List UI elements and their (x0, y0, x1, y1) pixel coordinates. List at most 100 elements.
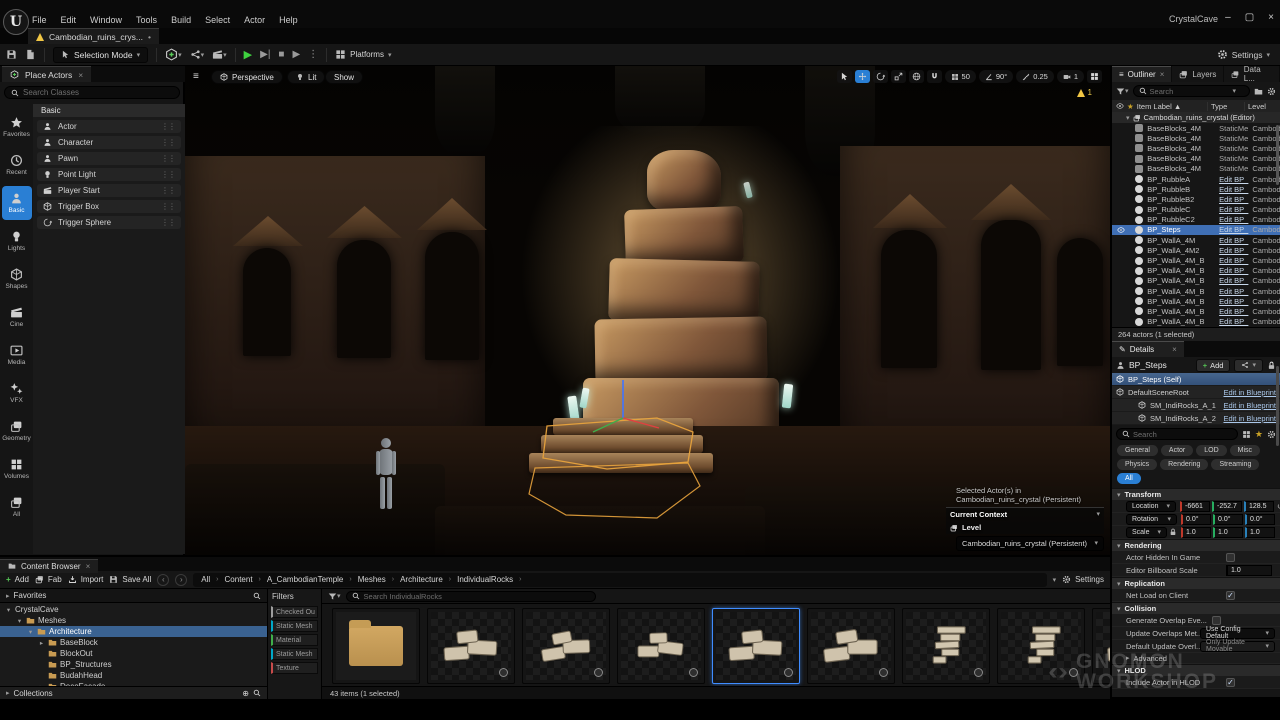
category-item[interactable]: VFX (2, 376, 32, 410)
category-item[interactable]: All (2, 490, 32, 524)
generate-overlap-checkbox[interactable] (1212, 616, 1221, 625)
asset-tile[interactable] (712, 608, 800, 684)
rotation-x[interactable]: 0.0° (1181, 514, 1211, 525)
edit-type-link[interactable]: Edit BP_ (1219, 287, 1252, 296)
filter-tag[interactable]: Checked Ou (271, 606, 318, 618)
show-dropdown[interactable]: Show (325, 70, 363, 84)
tab-details[interactable]: ✎Details × (1112, 341, 1184, 357)
edit-type-link[interactable]: Edit BP_ (1219, 195, 1252, 204)
location-dropdown[interactable]: Location▾ (1126, 501, 1176, 512)
viewport-warning-badge[interactable]: 1 (1077, 88, 1092, 97)
outliner-row[interactable]: BaseBlocks_4M StaticMe Cambodi (1112, 143, 1280, 153)
category-item[interactable]: Volumes (2, 452, 32, 486)
category-item[interactable]: Cine (2, 300, 32, 334)
category-item[interactable]: Shapes (2, 262, 32, 296)
collections-header[interactable]: ▸Collections ⊕ (0, 686, 267, 699)
asset-tile[interactable] (1092, 608, 1110, 684)
outliner-row[interactable]: BP_RubbleB2 Edit BP_ Cambodi (1112, 194, 1280, 204)
unreal-logo[interactable]: U (3, 9, 29, 35)
location-x[interactable]: -6661 (1180, 501, 1210, 512)
advanced-expander[interactable]: ▸ Advanced (1112, 653, 1280, 664)
back-button[interactable]: ‹ (157, 574, 169, 586)
outliner-filter-icon[interactable]: ▾ (1116, 87, 1129, 96)
edit-in-blueprint-link[interactable]: Edit in Blueprint (1223, 401, 1276, 410)
edit-type-link[interactable]: Edit BP_ (1219, 276, 1252, 285)
level-dropdown[interactable]: Cambodian_ruins_crystal (Persistent)▾ (956, 536, 1104, 551)
folder-tree-row[interactable]: 3 BP_Structures (0, 659, 267, 670)
outliner-settings-icon[interactable] (1267, 87, 1276, 96)
surface-snap-icon[interactable] (927, 70, 942, 83)
level-column[interactable]: Level (1244, 102, 1276, 111)
default-update-dropdown[interactable]: Only Update Movable▾ (1200, 641, 1275, 652)
edit-type-link[interactable]: StaticMe (1219, 154, 1252, 163)
category-item[interactable]: Geometry (2, 414, 32, 448)
outliner-row[interactable]: BP_WallA_4M_B Edit BP_ Cambodi (1112, 255, 1280, 265)
edit-type-link[interactable]: Edit BP_ (1219, 185, 1252, 194)
lock-icon[interactable] (1267, 361, 1276, 370)
outliner-root-row[interactable]: ▾ Cambodian_ruins_crystal (Editor) (1112, 112, 1280, 123)
asset-tile[interactable] (617, 608, 705, 684)
edit-type-link[interactable]: Edit BP_ (1219, 225, 1252, 234)
blueprint-edit-dropdown[interactable]: ▾ (1234, 359, 1263, 372)
rendering-section-header[interactable]: ▾Rendering (1112, 539, 1280, 551)
edit-type-link[interactable]: Edit BP_ (1219, 266, 1252, 275)
menu-item[interactable]: Window (90, 15, 122, 25)
display-options-icon[interactable] (1242, 430, 1251, 439)
placeable-actor-row[interactable]: Actor ⋮⋮ (37, 120, 181, 133)
component-row[interactable]: SM_IndiRocks_A_1 Edit in Blueprint (1112, 399, 1280, 412)
location-z[interactable]: 128.5 (1244, 501, 1274, 512)
menu-item[interactable]: Edit (61, 15, 77, 25)
edit-in-blueprint-link[interactable]: Edit in Blueprint (1223, 388, 1276, 397)
folder-tree-row[interactable]: 3 BudahHead (0, 670, 267, 681)
folder-tree-row[interactable]: 3 ▸ BaseBlock (0, 637, 267, 648)
placeable-actor-row[interactable]: Trigger Box ⋮⋮ (37, 200, 181, 213)
edit-type-link[interactable]: Edit BP_ (1219, 307, 1252, 316)
scale-y[interactable]: 1.0 (1213, 527, 1243, 538)
component-row[interactable]: SM_IndiRocks_A_2 Edit in Blueprint (1112, 412, 1280, 425)
hlod-section-header[interactable]: ▾HLOD (1112, 664, 1280, 676)
tab-close-icon[interactable]: × (78, 70, 83, 80)
collections-search-icon[interactable] (253, 689, 261, 697)
visibility-column-icon[interactable] (1116, 102, 1124, 110)
tab-outliner[interactable]: ≡Outliner× (1112, 66, 1171, 82)
filter-tag[interactable]: Static Mesh (271, 620, 318, 632)
outliner-scrollbar[interactable] (1276, 125, 1279, 185)
asset-tile[interactable] (522, 608, 610, 684)
asset-tile[interactable] (997, 608, 1085, 684)
details-settings-icon[interactable] (1267, 430, 1276, 439)
component-row[interactable]: DefaultSceneRoot Edit in Blueprint (1112, 386, 1280, 399)
rotation-dropdown[interactable]: Rotation▾ (1126, 514, 1177, 525)
outliner-row[interactable]: BP_WallA_4M_B Edit BP_ Cambodi (1112, 286, 1280, 296)
lit-dropdown[interactable]: Lit (287, 70, 325, 84)
folder-tree-row[interactable]: 2 ▾ Architecture (0, 626, 267, 637)
menu-item[interactable]: Build (171, 15, 191, 25)
edit-type-link[interactable]: StaticMe (1219, 164, 1252, 173)
drag-grip-icon[interactable]: ⋮⋮ (161, 202, 175, 211)
add-component-button[interactable]: +Add (1196, 359, 1231, 372)
grid-snap-control[interactable]: 50 (945, 70, 976, 83)
outliner-row[interactable]: BP_WallA_4M_B Edit BP_ Cambodi (1112, 276, 1280, 286)
content-browser-tab[interactable]: Content Browser × (0, 559, 98, 573)
blueprints-dropdown[interactable]: ▾ (190, 49, 205, 60)
outliner-row[interactable]: BaseBlocks_4M StaticMe Cambodi (1112, 164, 1280, 174)
placeable-actor-row[interactable]: Player Start ⋮⋮ (37, 184, 181, 197)
scale-dropdown[interactable]: Scale▾ (1126, 527, 1167, 538)
net-load-checkbox[interactable]: ✓ (1226, 591, 1235, 600)
filter-chip[interactable]: Rendering (1160, 459, 1208, 470)
actor-hidden-checkbox[interactable] (1226, 553, 1235, 562)
item-label-column[interactable]: Item Label ▲ (1137, 102, 1182, 111)
filter-tag[interactable]: Material (271, 634, 318, 646)
edit-type-link[interactable]: StaticMe (1219, 124, 1252, 133)
stop-button[interactable]: ■ (278, 49, 284, 60)
edit-type-link[interactable]: Edit BP_ (1219, 297, 1252, 306)
edit-in-blueprint-link[interactable]: Edit in Blueprint (1223, 414, 1276, 423)
content-browser-settings[interactable]: Settings (1062, 575, 1104, 584)
asset-search[interactable] (346, 591, 596, 602)
edit-type-link[interactable]: StaticMe (1219, 144, 1252, 153)
details-search-input[interactable] (1133, 430, 1223, 439)
breadcrumb-item[interactable]: Meshes (358, 575, 386, 584)
outliner-row[interactable]: BP_WallA_4M Edit BP_ Cambodi (1112, 235, 1280, 245)
minimize-button[interactable]: – (1225, 12, 1231, 23)
tab-close-icon[interactable]: × (86, 562, 91, 571)
forward-button[interactable]: › (175, 574, 187, 586)
